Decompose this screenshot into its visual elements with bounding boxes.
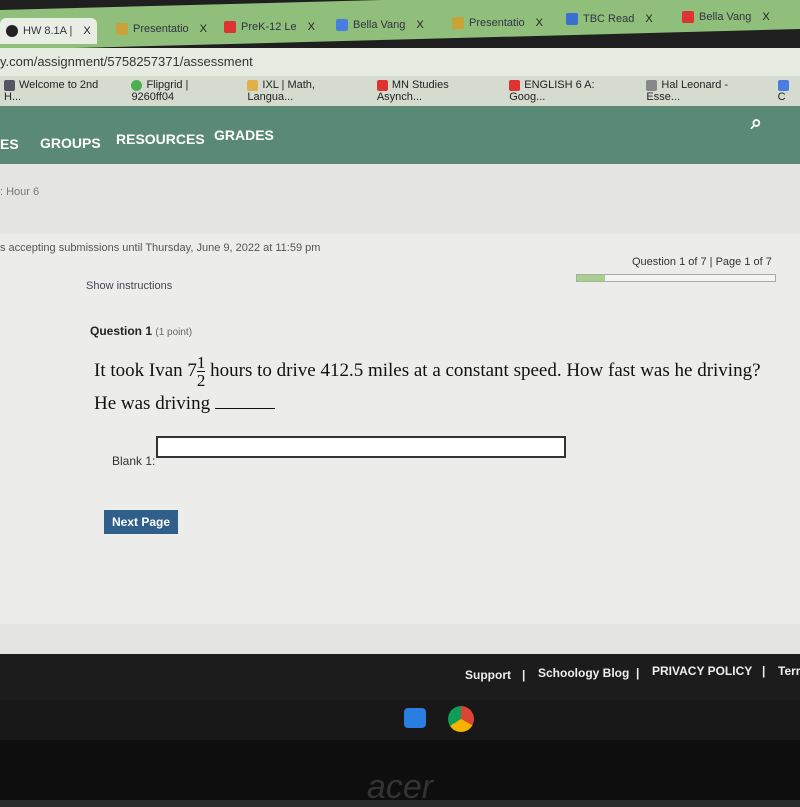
tab-label: Bella Vang (699, 11, 752, 23)
tab-prek12[interactable]: PreK-12 Le X (218, 14, 321, 40)
tab-hw[interactable]: HW 8.1A | X (0, 18, 97, 44)
bookmark[interactable]: ENGLISH 6 A: Goog... (509, 79, 630, 103)
bookmark-icon (646, 79, 658, 91)
mixed-whole: 7 (187, 359, 197, 381)
footer-support-link[interactable]: Support (465, 668, 511, 682)
bookmark[interactable]: C (777, 79, 800, 103)
bookmark[interactable]: Flipgrid | 9260ff04 (131, 79, 231, 103)
nav-resources[interactable]: RESOURCES (116, 131, 205, 147)
blank-1-input[interactable] (156, 436, 566, 458)
nav-courses[interactable]: ES (0, 136, 19, 152)
footer-terms-link[interactable]: Terr (778, 664, 800, 678)
question-title: Question 1 (1 point) (90, 324, 192, 338)
url-text: y.com/assignment/5758257371/assessment (0, 54, 253, 69)
question-counter: Question 1 of 7 | Page 1 of 7 (632, 256, 772, 268)
close-icon[interactable]: X (200, 23, 207, 35)
tab-presentation[interactable]: Presentatio X (110, 16, 213, 42)
tab-favicon (682, 11, 694, 23)
bookmark-label: C (777, 91, 786, 103)
docs-icon (336, 19, 348, 31)
footer-blog-link[interactable]: Schoology Blog (538, 666, 629, 680)
bookmark-icon (4, 79, 15, 91)
footer-separator: | (522, 668, 526, 682)
tab-label: PreK-12 Le (241, 21, 297, 33)
next-page-button[interactable]: Next Page (104, 510, 179, 534)
assessment-panel: s accepting submissions until Thursday, … (0, 234, 800, 624)
blank-line (214, 391, 275, 409)
due-date-text: s accepting submissions until Thursday, … (0, 242, 321, 254)
tab-favicon (224, 21, 236, 33)
tab-presentation-2[interactable]: Presentatio X (446, 10, 549, 36)
schoology-nav: ES GROUPS RESOURCES GRADES ⌕ (0, 106, 800, 164)
show-instructions-link[interactable]: Show instructions (86, 280, 172, 292)
tab-bella-vang-2[interactable]: Bella Vang X (676, 4, 776, 30)
nav-groups[interactable]: GROUPS (40, 135, 101, 151)
tab-tbc-read[interactable]: TBC Read X (560, 6, 659, 32)
page-content: : Hour 6 s accepting submissions until T… (0, 164, 800, 654)
nav-grades[interactable]: GRADES (214, 127, 274, 143)
close-icon[interactable]: X (645, 13, 652, 25)
breadcrumb[interactable]: : Hour 6 (0, 186, 39, 198)
tab-favicon (116, 23, 128, 35)
tab-label: Presentatio (469, 17, 525, 29)
tab-label: HW 8.1A | (23, 25, 73, 37)
docs-icon (777, 79, 789, 91)
blank-label: Blank 1: (112, 454, 156, 468)
tab-label: TBC Read (583, 13, 635, 25)
flipgrid-icon (131, 79, 143, 91)
tab-label: Bella Vang (353, 19, 406, 31)
footer-privacy-link[interactable]: PRIVACY POLICY (652, 664, 752, 678)
schoology-icon (6, 25, 18, 37)
bookmark-label: Welcome to 2nd H... (4, 79, 99, 103)
close-icon[interactable]: X (762, 11, 769, 23)
bookmark-label: Hal Leonard - Esse... (646, 79, 729, 103)
chrome-icon[interactable] (448, 706, 474, 732)
tab-favicon (452, 17, 464, 29)
browser-tab-bar: HW 8.1A | X Presentatio X PreK-12 Le X Bell… (0, 0, 800, 51)
files-icon[interactable] (404, 708, 426, 728)
gmail-icon (509, 79, 521, 91)
address-bar[interactable]: y.com/assignment/5758257371/assessment (0, 48, 800, 76)
close-icon[interactable]: X (83, 25, 90, 37)
bookmark[interactable]: Hal Leonard - Esse... (646, 79, 761, 103)
footer-separator: | (636, 666, 640, 680)
bookmarks-bar: Welcome to 2nd H... Flipgrid | 9260ff04 … (0, 76, 800, 106)
bookmark[interactable]: MN Studies Asynch... (376, 79, 493, 103)
tab-favicon (566, 13, 578, 25)
text-before: It took Ivan (94, 359, 188, 381)
close-icon[interactable]: X (416, 19, 423, 31)
laptop-bezel: acer (0, 740, 800, 806)
taskbar (0, 700, 800, 740)
footer: Support | Schoology Blog | PRIVACY POLIC… (0, 654, 800, 700)
bookmark[interactable]: Welcome to 2nd H... (4, 79, 115, 103)
gmail-icon (376, 79, 388, 91)
close-icon[interactable]: X (536, 17, 543, 29)
footer-separator: | (762, 664, 766, 678)
tab-bella-vang[interactable]: Bella Vang X (330, 12, 430, 38)
close-icon[interactable]: X (308, 21, 315, 33)
question-points: (1 point) (155, 327, 193, 338)
progress-fill (577, 275, 606, 281)
progress-bar (576, 274, 776, 282)
bookmark[interactable]: IXL | Math, Langua... (247, 79, 360, 103)
search-icon[interactable]: ⌕ (751, 112, 762, 135)
bookmark-label: ENGLISH 6 A: Goog... (509, 79, 595, 103)
question-number: Question 1 (90, 324, 153, 338)
ixl-icon (247, 79, 259, 91)
question-text: It took Ivan 712 hours to drive 412.5 mi… (94, 354, 774, 419)
acer-logo: acer (366, 768, 434, 806)
tab-label: Presentatio (133, 23, 189, 35)
